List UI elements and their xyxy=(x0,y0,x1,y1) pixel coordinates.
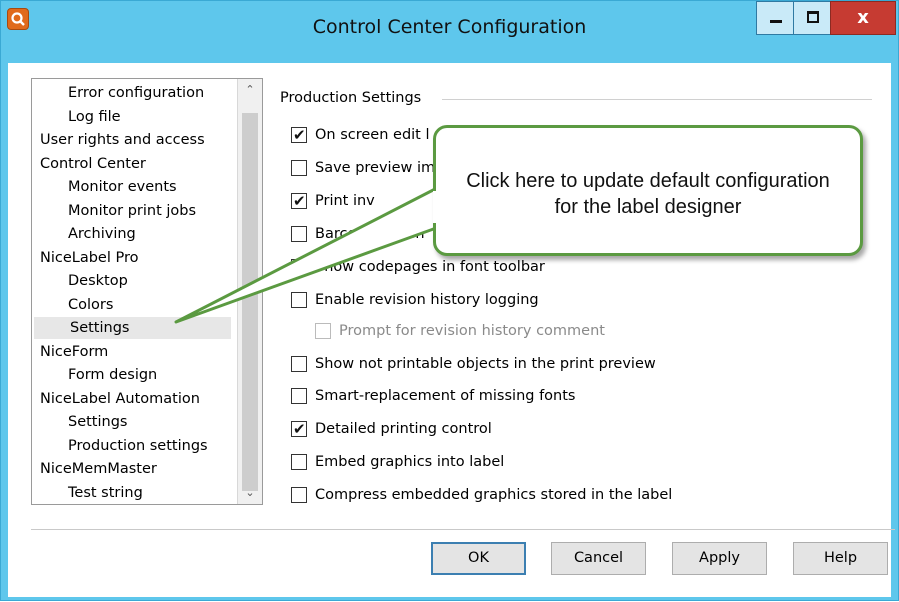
tree-item[interactable]: Settings xyxy=(34,317,231,339)
maximize-icon xyxy=(807,11,819,23)
scroll-up-icon[interactable]: ⌃ xyxy=(238,79,262,101)
apply-button[interactable]: Apply xyxy=(672,542,767,575)
checkbox[interactable]: ✔ xyxy=(291,420,307,438)
grip-icon: ≡ xyxy=(246,284,256,297)
option-row[interactable]: Show codepages in font toolbar xyxy=(291,257,811,277)
tree-item[interactable]: NiceLabel Automation xyxy=(32,388,200,410)
tree-item[interactable]: Desktop xyxy=(32,270,128,292)
checkmark-icon: ✔ xyxy=(293,420,306,438)
option-row[interactable]: Embed graphics into label xyxy=(291,452,811,472)
tree-item[interactable]: Error configuration xyxy=(32,82,204,104)
dialog-window: Control Center Configuration x Test stri… xyxy=(0,0,899,601)
group-title: Production Settings xyxy=(280,90,430,106)
minimize-icon xyxy=(770,20,782,23)
tooltip-callout: Click here to update default configurati… xyxy=(433,125,863,256)
help-button[interactable]: Help xyxy=(793,542,888,575)
option-row[interactable]: Compress embedded graphics stored in the… xyxy=(291,485,811,505)
checkbox[interactable] xyxy=(291,292,307,308)
tree-item[interactable]: NiceMemMaster xyxy=(32,458,157,480)
tree-item[interactable]: Production settings xyxy=(32,435,208,457)
checkbox[interactable] xyxy=(291,226,307,242)
tree-item[interactable]: User rights and access xyxy=(32,129,205,151)
scroll-thumb[interactable]: ≡ xyxy=(242,113,258,491)
title-bar[interactable]: Control Center Configuration x xyxy=(1,1,898,63)
tree-item[interactable]: Log file xyxy=(32,106,121,128)
checkbox-label: Enable revision history logging xyxy=(315,292,539,308)
checkbox[interactable] xyxy=(315,323,331,339)
checkbox[interactable] xyxy=(291,487,307,503)
checkbox-label: Compress embedded graphics stored in the… xyxy=(315,487,673,503)
close-button[interactable]: x xyxy=(830,1,896,35)
callout-text: Click here to update default configurati… xyxy=(466,170,830,218)
checkbox[interactable]: ✔ xyxy=(291,192,307,210)
tree-item[interactable]: Monitor events xyxy=(32,176,177,198)
checkbox[interactable] xyxy=(291,356,307,372)
maximize-button[interactable] xyxy=(793,1,831,35)
checkbox[interactable] xyxy=(291,160,307,176)
checkbox[interactable] xyxy=(291,388,307,404)
checkbox-label: Detailed printing control xyxy=(315,421,492,437)
tree-item[interactable]: NiceForm xyxy=(32,341,108,363)
tree-item[interactable]: Control Center xyxy=(32,153,146,175)
checkbox-label: Save preview im xyxy=(315,160,436,176)
settings-tree[interactable]: Test string NiceMemMaster Production setti… xyxy=(31,78,263,505)
checkbox-label: Show not printable objects in the print … xyxy=(315,356,656,372)
tree-scrollbar[interactable]: ⌃ ≡ ⌄ xyxy=(237,79,262,504)
tree-item[interactable]: NiceLabel Pro xyxy=(32,247,139,269)
checkbox[interactable]: ✔ xyxy=(291,126,307,144)
option-row[interactable]: ✔ Detailed printing control xyxy=(291,419,811,439)
checkbox-label: Prompt for revision history comment xyxy=(339,323,605,339)
checkbox-label: Embed graphics into label xyxy=(315,454,505,470)
option-row[interactable]: Smart-replacement of missing fonts xyxy=(291,386,811,406)
scroll-down-icon[interactable]: ⌄ xyxy=(238,482,262,504)
checkbox-label: On screen edit l xyxy=(315,127,430,143)
cancel-button[interactable]: Cancel xyxy=(551,542,646,575)
tree-item[interactable]: Archiving xyxy=(32,223,136,245)
option-row[interactable]: Prompt for revision history comment xyxy=(315,321,835,341)
checkbox-label: Show codepages in font toolbar xyxy=(315,259,545,275)
tree-item[interactable]: Form design xyxy=(32,364,157,386)
tree-item[interactable]: Settings xyxy=(32,411,127,433)
option-row[interactable]: Show not printable objects in the print … xyxy=(291,354,811,374)
checkbox-label: Barcode dimen xyxy=(315,226,425,242)
tree-item[interactable]: Colors xyxy=(32,294,113,316)
minimize-button[interactable] xyxy=(756,1,794,35)
button-separator xyxy=(31,529,895,530)
checkbox[interactable] xyxy=(291,454,307,470)
option-row[interactable]: Enable revision history logging xyxy=(291,290,811,310)
checkbox-label: Print inv xyxy=(315,193,375,209)
checkbox[interactable] xyxy=(291,259,307,275)
group-divider xyxy=(442,99,872,100)
close-icon: x xyxy=(857,7,869,28)
checkmark-icon: ✔ xyxy=(293,126,306,144)
ok-button[interactable]: OK xyxy=(431,542,526,575)
checkbox-label: Smart-replacement of missing fonts xyxy=(315,388,576,404)
checkmark-icon: ✔ xyxy=(293,192,306,210)
tree-item[interactable]: Test string xyxy=(32,482,143,504)
tree-item[interactable]: Monitor print jobs xyxy=(32,200,196,222)
